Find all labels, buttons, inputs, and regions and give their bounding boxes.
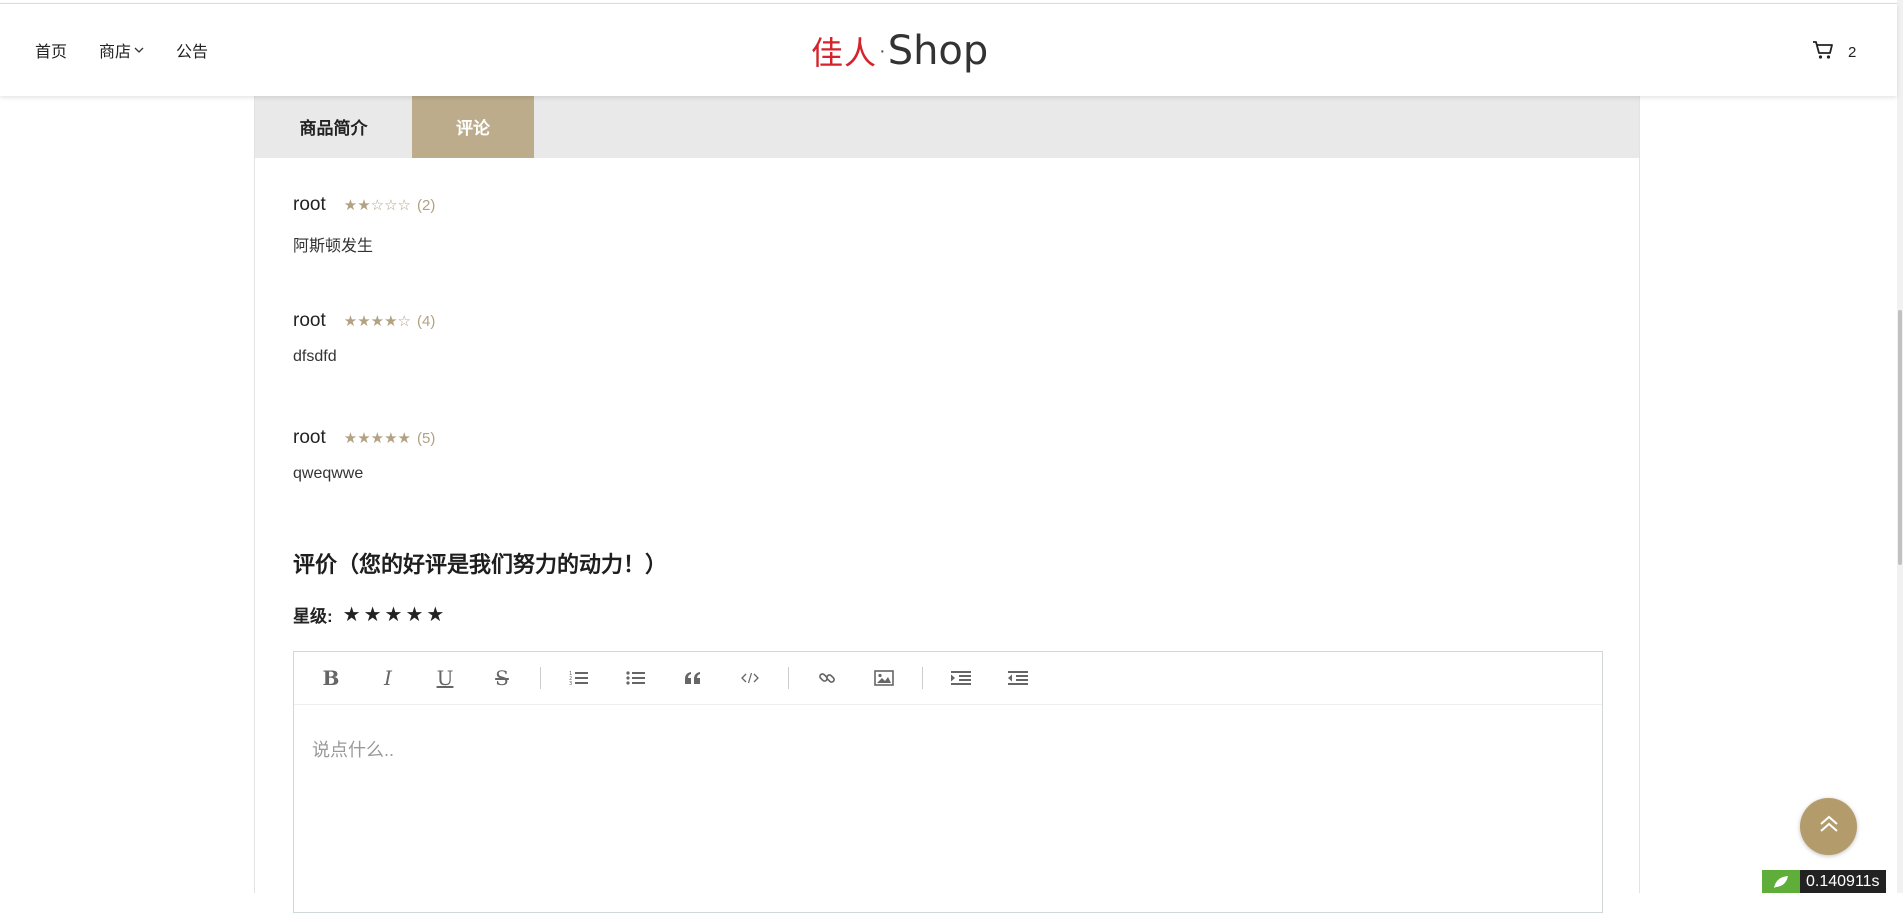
nav-item-home[interactable]: 首页 (35, 38, 67, 62)
review-text: 阿斯顿发生 (293, 238, 374, 255)
star-rating-icon: ★★★★☆ (343, 313, 411, 330)
nav-item-label: 商店 (99, 44, 132, 61)
site-logo[interactable]: 佳人 · Shop (811, 26, 988, 76)
review-header: root ★★★★★ (5) (293, 426, 435, 450)
logo-dot: · (879, 39, 886, 62)
leaf-icon (1762, 870, 1800, 893)
tab-product-intro[interactable]: 商品简介 (255, 95, 412, 158)
cart-button[interactable]: 2 (1812, 40, 1856, 65)
toolbar-divider (788, 667, 789, 689)
review-score: (5) (417, 429, 436, 447)
unordered-list-icon[interactable] (617, 663, 655, 693)
review-item: root ★★☆☆☆ (2) 阿斯顿发生 (293, 193, 435, 256)
review-header: root ★★★★☆ (4) (293, 309, 435, 333)
toolbar-divider (540, 667, 541, 689)
top-navbar: 首页 商店 公告 佳人 · Shop 2 (0, 3, 1897, 96)
image-icon[interactable] (865, 663, 903, 693)
logo-en-text: Shop (887, 28, 989, 74)
review-header: root ★★☆☆☆ (2) (293, 193, 435, 217)
logo-cn-text: 佳人 (811, 34, 878, 72)
scrollbar-thumb[interactable] (1898, 310, 1902, 565)
rating-label: 星级: (293, 607, 333, 626)
italic-icon[interactable]: I (369, 663, 407, 693)
comment-textarea[interactable]: 说点什么.. (312, 736, 394, 762)
nav-menu: 首页 商店 公告 (35, 4, 240, 96)
star-icon[interactable]: ★ (405, 602, 423, 627)
editor-toolbar: B I U S 1 2 3 (294, 652, 1602, 705)
double-chevron-up-icon (1818, 814, 1840, 839)
review-form-title: 评价（您的好评是我们努力的动力！） (293, 552, 668, 577)
rating-selector: 星级: ★ ★ ★ ★ ★ (293, 602, 447, 627)
back-to-top-button[interactable] (1800, 798, 1857, 855)
nav-item-announcements[interactable]: 公告 (176, 38, 208, 62)
review-score: (2) (417, 196, 436, 214)
svg-text:3: 3 (569, 681, 572, 687)
star-rating-icon: ★★☆☆☆ (343, 197, 411, 214)
chevron-down-icon (134, 47, 144, 54)
review-score: (4) (417, 312, 436, 330)
quote-icon[interactable] (674, 663, 712, 693)
strikethrough-icon[interactable]: S (483, 663, 521, 693)
comment-editor: B I U S 1 2 3 说点什么.. (293, 651, 1603, 913)
underline-icon[interactable]: U (426, 663, 464, 693)
tab-bar: 商品简介 评论 (255, 95, 1639, 158)
cart-count: 2 (1848, 44, 1857, 61)
review-username: root (293, 310, 326, 331)
nav-item-shop[interactable]: 商店 (99, 38, 144, 62)
timer-value: 0.140911s (1800, 870, 1886, 893)
tab-comments[interactable]: 评论 (412, 95, 534, 158)
indent-icon[interactable] (942, 663, 980, 693)
outdent-icon[interactable] (999, 663, 1037, 693)
product-detail-panel: 商品简介 评论 root ★★☆☆☆ (2) 阿斯顿发生 root ★★★★☆ … (254, 95, 1640, 913)
star-icon[interactable]: ★ (426, 602, 444, 627)
page-scrollbar[interactable] (1897, 0, 1903, 893)
review-username: root (293, 427, 326, 448)
review-username: root (293, 194, 326, 215)
star-icon[interactable]: ★ (343, 602, 361, 627)
star-icon[interactable]: ★ (364, 602, 382, 627)
review-item: root ★★★★☆ (4) dfsdfd (293, 309, 435, 366)
page-load-timer: 0.140911s (1762, 870, 1886, 893)
star-icon[interactable]: ★ (385, 602, 403, 627)
ordered-list-icon[interactable]: 1 2 3 (560, 663, 598, 693)
review-text: qweqwwe (293, 465, 364, 482)
cart-icon (1812, 40, 1834, 65)
bold-icon[interactable]: B (312, 663, 350, 693)
toolbar-divider (922, 667, 923, 689)
review-item: root ★★★★★ (5) qweqwwe (293, 426, 435, 483)
link-icon[interactable] (808, 663, 846, 693)
nav-item-label: 公告 (176, 44, 209, 61)
code-icon[interactable] (731, 663, 769, 693)
nav-item-label: 首页 (35, 44, 68, 61)
review-text: dfsdfd (293, 348, 337, 365)
star-rating-icon: ★★★★★ (343, 430, 411, 447)
